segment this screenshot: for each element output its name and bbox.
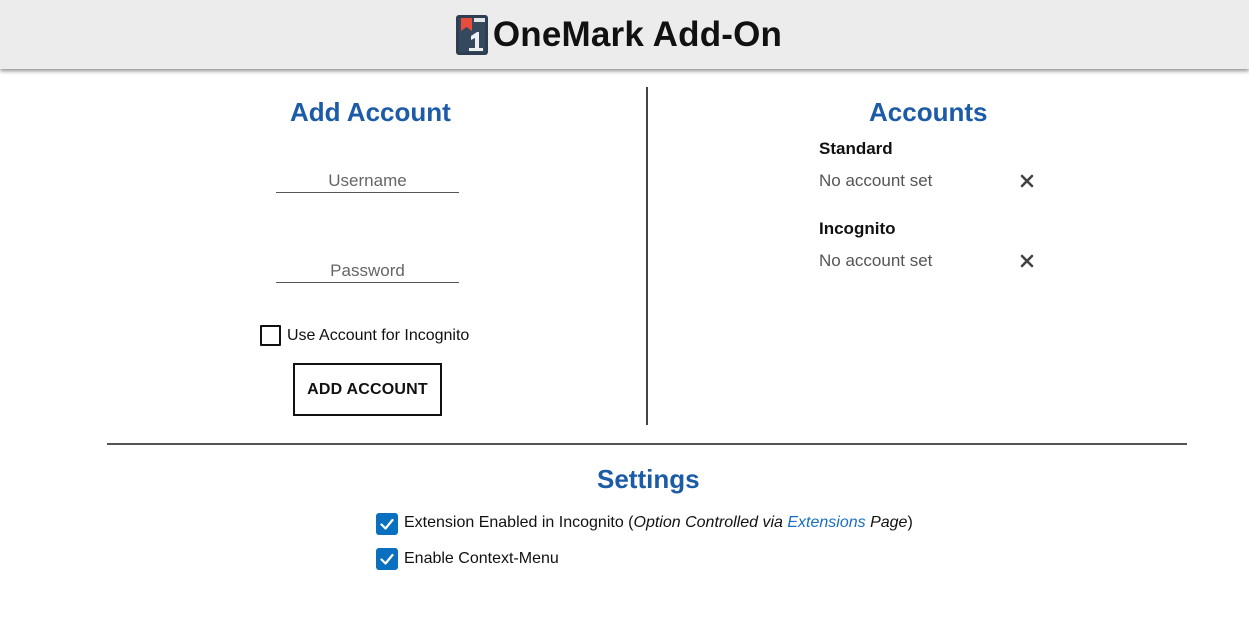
app-title: OneMark Add-On	[492, 14, 783, 54]
username-input[interactable]	[276, 169, 459, 193]
add-account-button[interactable]: ADD ACCOUNT	[293, 363, 442, 416]
onemark-logo-icon	[455, 14, 488, 55]
checkmark-icon	[380, 518, 394, 530]
paren-close: )	[907, 514, 913, 531]
accounts-panel: Accounts Standard No account set Incogni…	[648, 87, 1188, 425]
extensions-page-link[interactable]: Extensions	[787, 514, 865, 531]
settings-title: Settings	[597, 464, 700, 494]
standard-account-value: No account set	[819, 171, 933, 190]
accounts-title: Accounts	[869, 97, 988, 127]
add-account-title: Add Account	[290, 97, 451, 127]
incognito-enabled-text: Extension Enabled in Incognito	[404, 514, 624, 531]
standard-heading: Standard	[819, 139, 893, 158]
add-account-panel: Add Account Use Account for Incognito AD…	[107, 87, 647, 425]
checkmark-icon	[380, 553, 394, 565]
option-note: Option Controlled via	[633, 514, 788, 531]
incognito-checkbox-label[interactable]: Use Account for Incognito	[287, 327, 469, 345]
close-icon[interactable]	[1020, 254, 1034, 268]
incognito-checkbox[interactable]	[260, 325, 281, 346]
page-note: Page	[865, 514, 908, 531]
context-menu-label: Enable Context-Menu	[404, 550, 559, 567]
horizontal-divider	[107, 443, 1187, 445]
paren-open: (	[623, 514, 634, 531]
incognito-account-value: No account set	[819, 251, 933, 270]
app-header: OneMark Add-On	[0, 0, 1249, 69]
incognito-enabled-label: Extension Enabled in Incognito (Option C…	[404, 514, 913, 532]
context-menu-checkbox[interactable]	[376, 548, 398, 570]
settings-panel: Settings Extension Enabled in Incognito …	[0, 446, 1249, 618]
incognito-enabled-checkbox[interactable]	[376, 513, 398, 535]
password-input[interactable]	[276, 259, 459, 283]
close-icon[interactable]	[1020, 174, 1034, 188]
incognito-heading: Incognito	[819, 219, 896, 238]
